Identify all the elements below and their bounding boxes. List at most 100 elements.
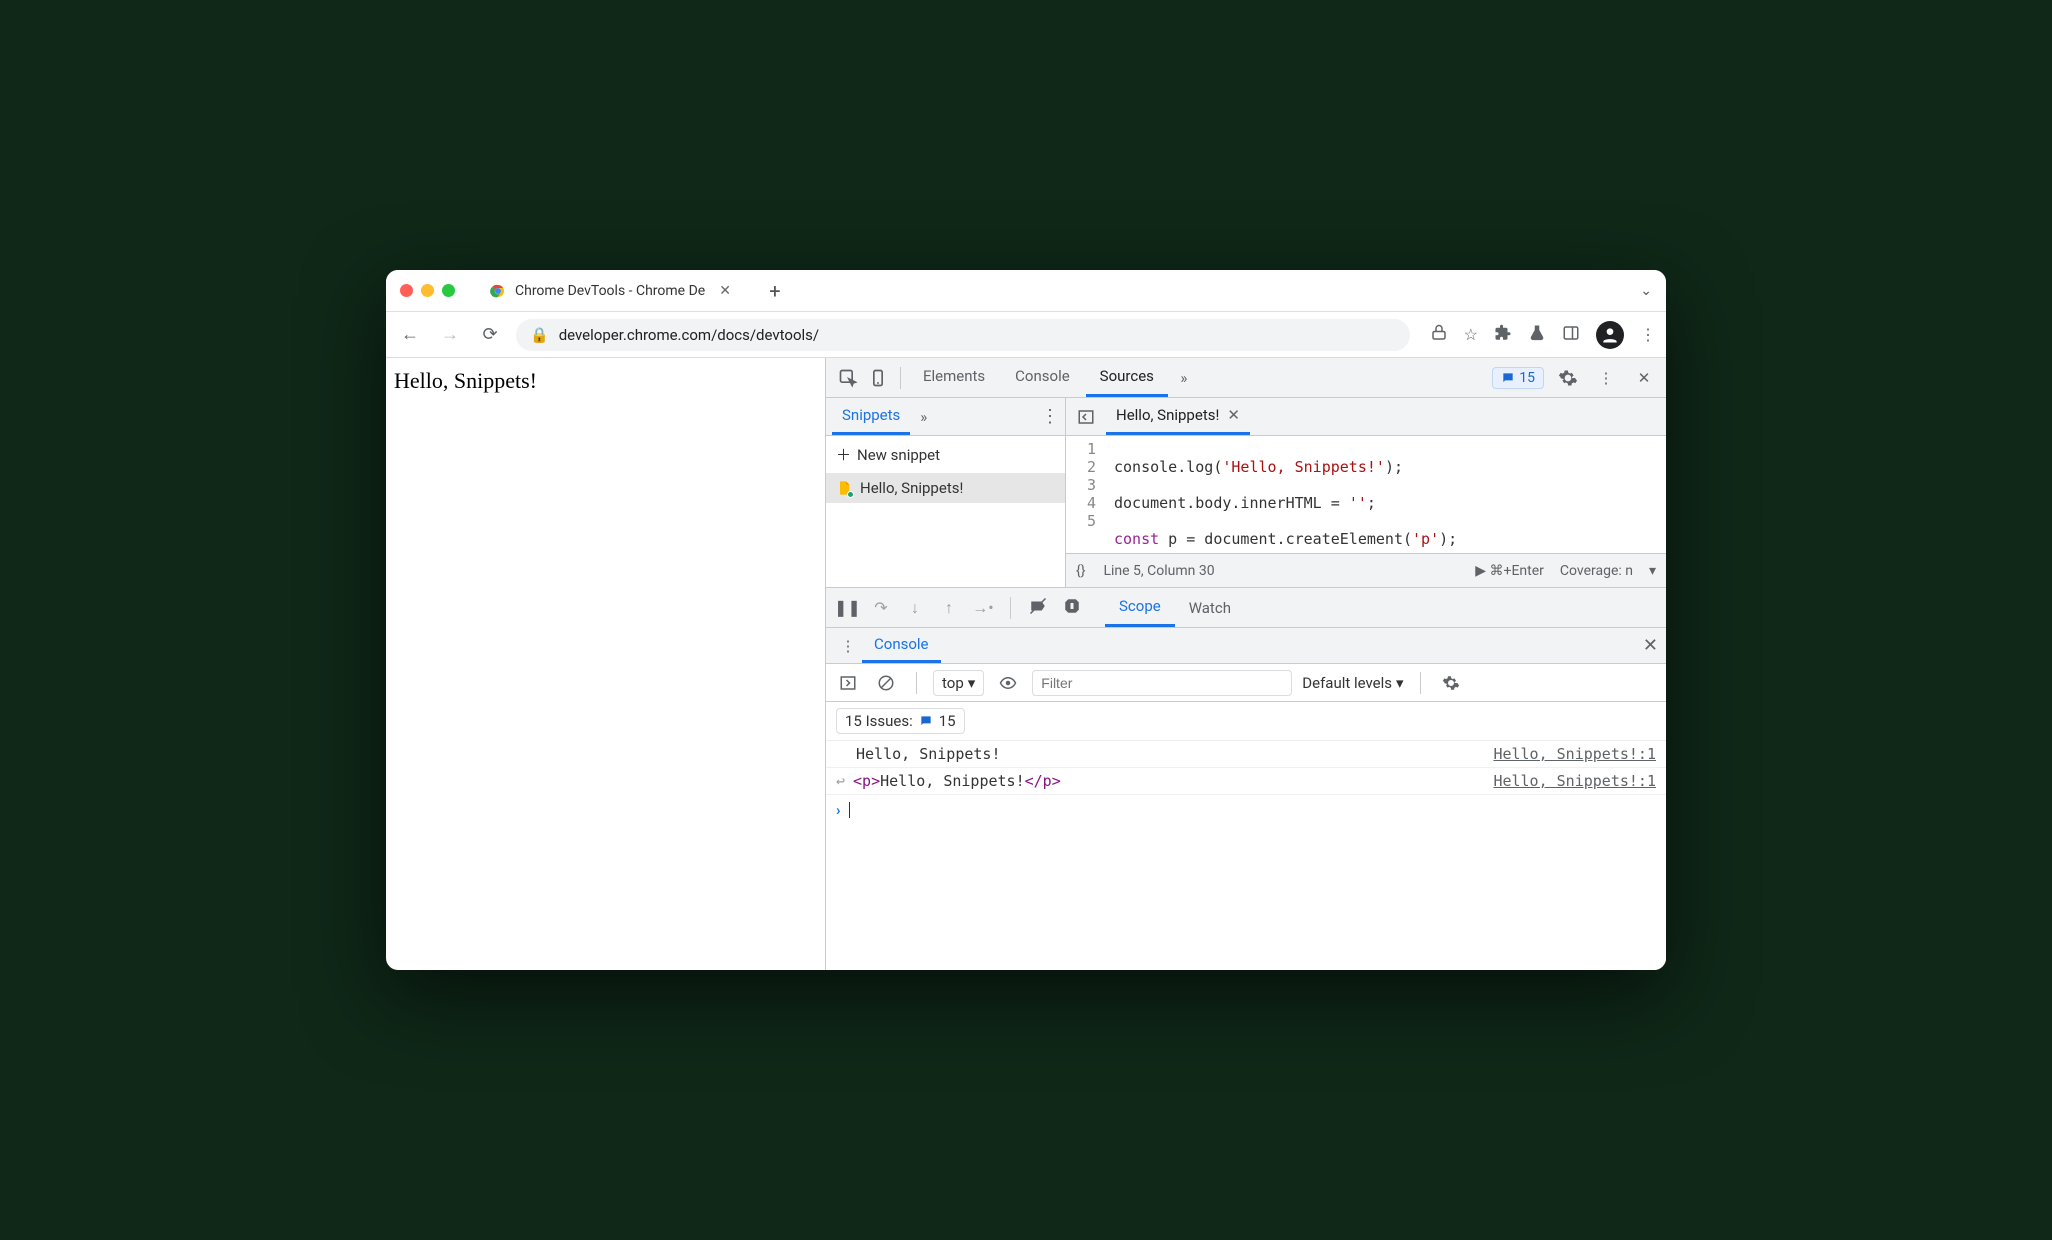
- url-text: developer.chrome.com/docs/devtools/: [559, 326, 819, 344]
- step-out-icon[interactable]: ↑: [936, 598, 962, 618]
- editor-nav-toggle-icon[interactable]: [1072, 408, 1100, 426]
- back-button[interactable]: ←: [396, 324, 424, 345]
- address-bar: ← → ⟳ 🔒 developer.chrome.com/docs/devtoo…: [386, 312, 1666, 358]
- console-settings-icon[interactable]: [1437, 674, 1465, 692]
- editor-panel: Hello, Snippets! ✕ 1 2 3 4 5: [1066, 398, 1666, 587]
- drawer-tab-console[interactable]: Console: [862, 628, 941, 663]
- pause-exceptions-icon[interactable]: [1059, 597, 1085, 619]
- tab-scope[interactable]: Scope: [1105, 588, 1175, 627]
- live-expression-icon[interactable]: [994, 674, 1022, 692]
- navigator-overflow-icon[interactable]: »: [920, 408, 927, 426]
- log-source-link[interactable]: Hello, Snippets!:1: [1493, 745, 1656, 763]
- result-element: <p>Hello, Snippets!</p>: [853, 772, 1061, 790]
- reload-button[interactable]: ⟳: [476, 324, 504, 345]
- console-filter-input[interactable]: [1032, 670, 1292, 696]
- tab-close-button[interactable]: ✕: [719, 283, 731, 299]
- debugger-toolbar: ❚❚ ↷ ↓ ↑ →• Scope Watch: [826, 588, 1666, 628]
- omnibox[interactable]: 🔒 developer.chrome.com/docs/devtools/: [516, 319, 1410, 351]
- drawer-menu-icon[interactable]: ⋮: [834, 637, 862, 655]
- profile-avatar[interactable]: [1596, 321, 1624, 349]
- main-area: Hello, Snippets! Elements Console Source…: [386, 358, 1666, 970]
- extensions-icon[interactable]: [1494, 324, 1512, 346]
- console-issues-badge[interactable]: 15 Issues: 15: [836, 708, 965, 734]
- bookmark-icon[interactable]: ☆: [1464, 325, 1478, 344]
- log-message: Hello, Snippets!: [856, 745, 1001, 763]
- editor-status-bar: {} Line 5, Column 30 ▶ ⌘+Enter Coverage:…: [1066, 553, 1666, 587]
- deactivate-breakpoints-icon[interactable]: [1025, 597, 1051, 619]
- lock-icon: 🔒: [530, 326, 549, 344]
- log-levels-selector[interactable]: Default levels▾: [1302, 674, 1403, 692]
- minimize-window-button[interactable]: [421, 284, 434, 297]
- tabs-dropdown-icon[interactable]: ⌄: [1640, 283, 1652, 299]
- tab-watch[interactable]: Watch: [1175, 588, 1245, 627]
- console-log-line[interactable]: Hello, Snippets! Hello, Snippets!:1: [826, 741, 1666, 768]
- pause-icon[interactable]: ❚❚: [834, 598, 860, 617]
- chrome-menu-icon[interactable]: ⋮: [1640, 325, 1656, 344]
- new-tab-button[interactable]: +: [763, 279, 787, 303]
- devtools-close-icon[interactable]: ✕: [1630, 369, 1658, 387]
- prompt-caret-icon: ›: [836, 801, 841, 819]
- coverage-label[interactable]: Coverage: n: [1560, 563, 1633, 579]
- console-drawer: ⋮ Console ✕ top▾: [826, 628, 1666, 970]
- inspect-icon[interactable]: [834, 368, 862, 388]
- step-icon[interactable]: →•: [970, 598, 996, 618]
- tab-elements[interactable]: Elements: [909, 358, 999, 397]
- drawer-close-icon[interactable]: ✕: [1643, 635, 1658, 656]
- browser-window: Chrome DevTools - Chrome De ✕ + ⌄ ← → ⟳ …: [386, 270, 1666, 970]
- step-into-icon[interactable]: ↓: [902, 598, 928, 618]
- titlebar: Chrome DevTools - Chrome De ✕ + ⌄: [386, 270, 1666, 312]
- labs-icon[interactable]: [1528, 324, 1546, 346]
- editor-tab-close-icon[interactable]: ✕: [1227, 406, 1240, 424]
- issues-count: 15: [1519, 370, 1535, 386]
- new-snippet-button[interactable]: ＋ New snippet: [826, 436, 1065, 473]
- code-content: console.log('Hello, Snippets!'); documen…: [1106, 436, 1465, 553]
- snippet-item[interactable]: Hello, Snippets!: [826, 473, 1065, 503]
- device-toggle-icon[interactable]: [864, 368, 892, 388]
- console-sidebar-toggle-icon[interactable]: [834, 674, 862, 692]
- pretty-print-icon[interactable]: {}: [1076, 563, 1085, 579]
- window-controls: [400, 284, 455, 297]
- console-result-line[interactable]: ↩ <p>Hello, Snippets!</p> Hello, Snippet…: [826, 768, 1666, 795]
- forward-button[interactable]: →: [436, 324, 464, 345]
- step-over-icon[interactable]: ↷: [868, 598, 894, 617]
- return-arrow-icon: ↩: [836, 772, 845, 790]
- code-editor[interactable]: 1 2 3 4 5 console.log('Hello, Snippets!'…: [1066, 436, 1666, 553]
- tab-sources[interactable]: Sources: [1086, 358, 1168, 397]
- status-dropdown-icon[interactable]: ▾: [1649, 563, 1656, 579]
- snippet-file-icon: [836, 480, 852, 496]
- new-snippet-label: New snippet: [857, 446, 940, 464]
- side-panel-icon[interactable]: [1562, 324, 1580, 346]
- log-source-link[interactable]: Hello, Snippets!:1: [1493, 772, 1656, 790]
- console-toolbar: top▾ Default levels▾: [826, 664, 1666, 702]
- navigator-panel: Snippets » ⋮ ＋ New snippet: [826, 398, 1066, 587]
- text-cursor: [849, 802, 850, 818]
- close-window-button[interactable]: [400, 284, 413, 297]
- more-menu-icon[interactable]: ⋮: [1592, 369, 1620, 387]
- editor-tab[interactable]: Hello, Snippets! ✕: [1106, 398, 1250, 435]
- console-prompt[interactable]: ›: [826, 795, 1666, 825]
- issues-badge[interactable]: 15: [1492, 367, 1544, 389]
- navigator-menu-icon[interactable]: ⋮: [1041, 406, 1059, 427]
- tab-title: Chrome DevTools - Chrome De: [515, 283, 705, 299]
- plus-icon: ＋: [836, 444, 851, 465]
- tabs-overflow-icon[interactable]: »: [1170, 369, 1198, 387]
- line-gutter: 1 2 3 4 5: [1066, 436, 1106, 553]
- clear-console-icon[interactable]: [872, 674, 900, 692]
- page-content: Hello, Snippets!: [386, 358, 826, 970]
- share-icon[interactable]: [1430, 324, 1448, 346]
- browser-tab[interactable]: Chrome DevTools - Chrome De ✕: [475, 274, 745, 308]
- fullscreen-window-button[interactable]: [442, 284, 455, 297]
- devtools: Elements Console Sources » 15 ⋮ ✕: [826, 358, 1666, 970]
- console-issues-row: 15 Issues: 15: [826, 702, 1666, 741]
- snippet-item-label: Hello, Snippets!: [860, 479, 963, 497]
- context-selector[interactable]: top▾: [933, 670, 984, 696]
- s風ources-split: Snippets » ⋮ ＋ New snippet: [826, 398, 1666, 588]
- page-body-text: Hello, Snippets!: [394, 368, 537, 393]
- devtools-body: Snippets » ⋮ ＋ New snippet: [826, 398, 1666, 970]
- navigator-tab-snippets[interactable]: Snippets: [832, 398, 910, 435]
- run-snippet-button[interactable]: ▶ ⌘+Enter: [1475, 563, 1544, 579]
- settings-icon[interactable]: [1554, 368, 1582, 388]
- devtools-tabstrip: Elements Console Sources » 15 ⋮ ✕: [826, 358, 1666, 398]
- tab-console[interactable]: Console: [1001, 358, 1084, 397]
- chrome-icon: [489, 282, 507, 300]
